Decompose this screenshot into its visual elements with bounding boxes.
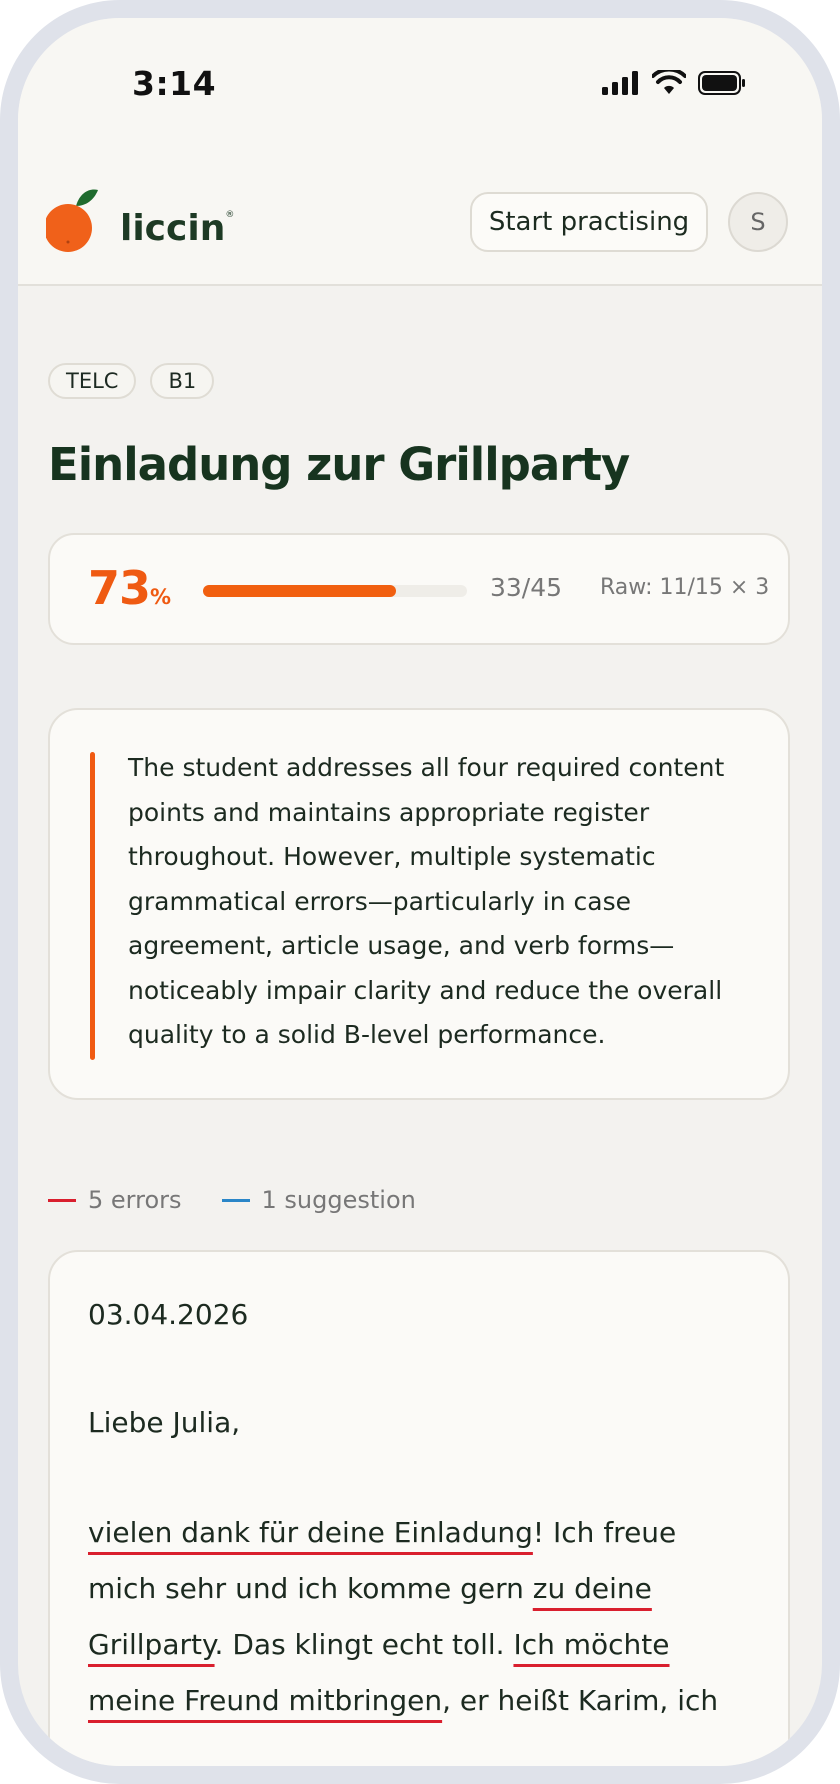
score-percent: 73%: [88, 561, 171, 615]
essay-text: ! Ich freue: [532, 1516, 677, 1549]
status-time: 3:14: [132, 64, 217, 103]
error-highlight[interactable]: Grillparty: [88, 1628, 215, 1661]
battery-icon: [698, 71, 745, 95]
error-highlight[interactable]: vielen dank für deine Einladung: [88, 1516, 533, 1549]
error-highlight[interactable]: zu deine: [533, 1572, 652, 1605]
legend-suggestions-label: 1 suggestion: [261, 1186, 416, 1214]
essay-line: meine Freund mitbringen, er heißt Karim,…: [88, 1684, 718, 1717]
page-title: Einladung zur Grillparty: [48, 438, 630, 491]
phone-frame: 3:14 liccin® Start practising S TELC B1 …: [0, 0, 840, 1784]
feedback-accent-bar: [90, 752, 95, 1060]
legend-errors-label: 5 errors: [88, 1186, 182, 1214]
score-progress-bar: [203, 585, 467, 597]
legend-errors[interactable]: 5 errors: [48, 1186, 182, 1214]
score-fraction: 33/45: [490, 573, 563, 602]
avatar[interactable]: S: [728, 192, 788, 252]
tag-list: TELC B1: [48, 363, 215, 399]
status-icons: [602, 70, 746, 96]
logo-orange-icon[interactable]: [44, 184, 106, 258]
status-bar: 3:14: [18, 18, 822, 158]
suggestion-line-icon: [221, 1198, 250, 1202]
start-practising-button[interactable]: Start practising: [470, 192, 708, 252]
essay-line: Grillparty. Das klingt echt toll. Ich mö…: [88, 1628, 670, 1661]
error-line-icon: [48, 1198, 76, 1202]
signal-icon: [602, 71, 638, 95]
essay-text: mich sehr und ich komme gern: [88, 1572, 533, 1605]
feedback-card: The student addresses all four required …: [48, 708, 790, 1100]
score-card: 73% 33/45 Raw: 11/15 × 3: [48, 533, 790, 645]
tag-level: B1: [150, 363, 215, 399]
essay-line: vielen dank für deine Einladung! Ich fre…: [88, 1516, 676, 1549]
essay-date: 03.04.2026: [88, 1298, 249, 1331]
score-progress-fill: [203, 585, 396, 597]
essay-greeting: Liebe Julia,: [88, 1406, 241, 1439]
error-highlight[interactable]: Ich möchte: [513, 1628, 669, 1661]
wifi-icon: [652, 70, 686, 94]
annotation-legend: 5 errors 1 suggestion: [48, 1186, 456, 1214]
tag-exam: TELC: [48, 363, 137, 399]
essay-line: mich sehr und ich komme gern zu deine: [88, 1572, 652, 1605]
essay-text: . Das klingt echt toll.: [214, 1628, 514, 1661]
essay-text: , er heißt Karim, ich: [442, 1684, 719, 1717]
feedback-text: The student addresses all four required …: [128, 753, 725, 1049]
essay-card: 03.04.2026 Liebe Julia, vielen dank für …: [48, 1250, 790, 1766]
legend-suggestions[interactable]: 1 suggestion: [221, 1186, 416, 1214]
score-raw: Raw: 11/15 × 3: [600, 575, 770, 600]
brand-name: liccin®: [120, 208, 235, 249]
error-highlight[interactable]: meine Freund mitbringen: [88, 1684, 442, 1717]
app-header: liccin® Start practising S: [18, 158, 822, 286]
